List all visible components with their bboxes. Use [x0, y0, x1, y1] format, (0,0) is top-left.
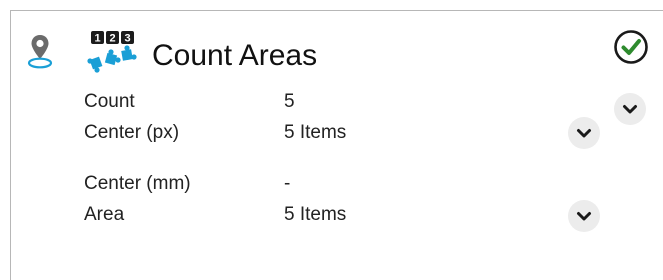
expand-area-button[interactable]: [568, 200, 600, 232]
map-pin-icon: [27, 35, 53, 69]
digit-2: 2: [109, 33, 115, 45]
count-puzzle-icon: 1 2 3: [87, 31, 137, 73]
chevron-down-icon: [577, 129, 591, 138]
collapse-panel-button[interactable]: [614, 93, 646, 125]
row-value-area: 5 Items: [284, 204, 347, 225]
expand-center-px-button[interactable]: [568, 117, 600, 149]
row-label-area: Area: [84, 204, 125, 225]
row-value-center-px: 5 Items: [284, 122, 347, 143]
row-label-center-mm: Center (mm): [84, 173, 191, 194]
page-title: Count Areas: [152, 39, 318, 72]
chevron-down-icon: [623, 105, 637, 114]
digit-3: 3: [124, 33, 130, 45]
row-label-center-px: Center (px): [84, 122, 180, 143]
row-value-count: 5: [284, 91, 295, 112]
check-circle-icon[interactable]: [613, 29, 649, 65]
chevron-down-icon: [577, 212, 591, 221]
row-value-center-mm: -: [284, 173, 291, 194]
digit-1: 1: [94, 33, 100, 45]
row-label-count: Count: [84, 91, 135, 112]
